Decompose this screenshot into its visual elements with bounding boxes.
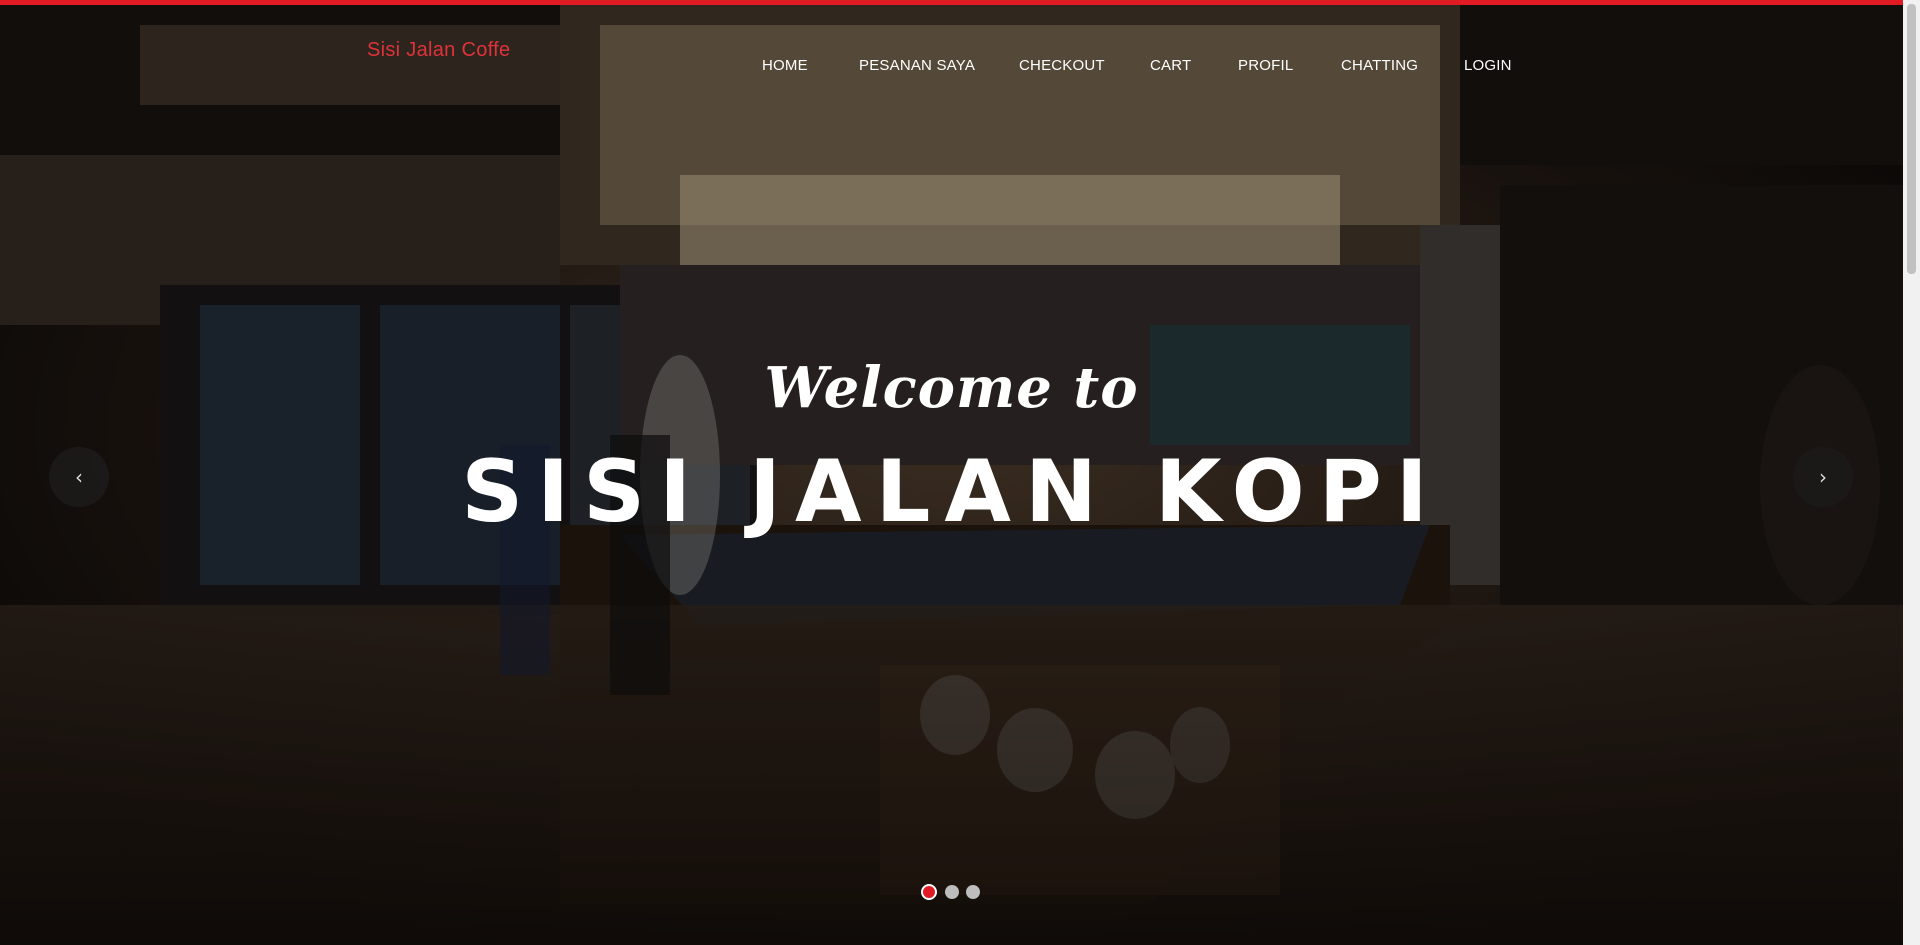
nav-item-profil[interactable]: PROFIL [1238,57,1293,74]
nav-item-cart[interactable]: CART [1150,57,1191,74]
chevron-right-icon: › [1819,465,1827,489]
hero-welcome-text: Welcome to [764,355,1139,421]
carousel-indicators [0,884,1903,903]
carousel-prev-button[interactable]: ‹ [49,447,109,507]
scrollbar-thumb[interactable] [1907,4,1916,274]
nav-item-pesanan-saya[interactable]: PESANAN SAYA [859,57,975,74]
top-accent-bar [0,0,1903,5]
chevron-left-icon: ‹ [75,465,83,489]
hero-headline: SISI JALAN KOPI [461,442,1442,542]
carousel-next-button[interactable]: › [1793,447,1853,507]
nav-item-home[interactable]: HOME [762,57,808,74]
carousel-indicator-3[interactable] [966,885,980,899]
hero-carousel: Sisi Jalan Coffe HOME PESANAN SAYA CHECK… [0,5,1903,945]
nav-item-login[interactable]: LOGIN [1464,57,1512,74]
nav-item-checkout[interactable]: CHECKOUT [1019,57,1105,74]
main-nav: HOME PESANAN SAYA CHECKOUT CART PROFIL C… [0,57,1903,81]
nav-item-chatting[interactable]: CHATTING [1341,57,1418,74]
carousel-indicator-2[interactable] [945,885,959,899]
page-scrollbar[interactable] [1903,0,1920,945]
carousel-indicator-1[interactable] [921,884,937,900]
